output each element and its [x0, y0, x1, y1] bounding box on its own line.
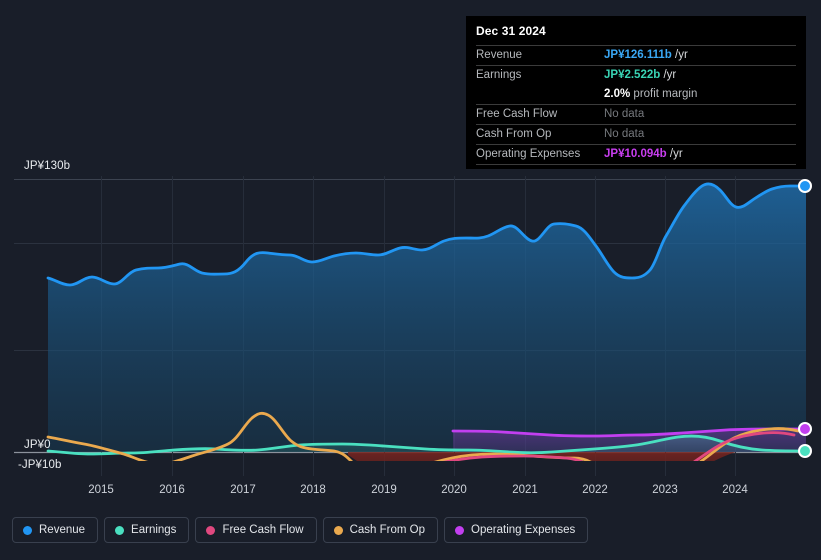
tooltip-amount-profit-margin: 2.0%	[604, 88, 631, 100]
chart-legend: Revenue Earnings Free Cash Flow Cash Fro…	[12, 517, 589, 543]
tooltip-value-free-cash-flow: No data	[604, 108, 645, 120]
tooltip-amount-earnings: JP¥2.522b	[604, 69, 661, 81]
tooltip-amount-revenue: JP¥126.111b	[604, 49, 672, 61]
tooltip-amount-operating-expenses: JP¥10.094b	[604, 148, 667, 160]
x-axis-label-2024: 2024	[722, 484, 748, 496]
x-axis-label-2017: 2017	[230, 484, 256, 496]
y-axis-label-negative: -JP¥10b	[18, 459, 62, 471]
tooltip-row-free-cash-flow: Free Cash Flow No data	[476, 104, 796, 124]
tooltip-value-operating-expenses: JP¥10.094b /yr	[604, 148, 683, 160]
legend-label-operating-expenses: Operating Expenses	[471, 524, 576, 536]
tooltip-date: Dec 31 2024	[476, 24, 546, 38]
endpoint-marker-revenue	[798, 179, 812, 193]
tooltip-row-operating-expenses: Operating Expenses JP¥10.094b /yr	[476, 144, 796, 165]
tooltip-unit-profit-margin: profit margin	[633, 88, 698, 100]
tooltip-key-earnings: Earnings	[476, 69, 522, 81]
tooltip-value-earnings: JP¥2.522b /yr	[604, 69, 676, 81]
y-axis-label-zero: JP¥0	[24, 439, 51, 451]
stock-financials-chart: JP¥130b JP¥0 -JP¥10b 2015 2016 2017 2018…	[0, 0, 821, 560]
tooltip-value-profit-margin: 2.0% profit margin	[604, 88, 697, 100]
x-axis-label-2021: 2021	[512, 484, 538, 496]
legend-item-cash-from-op[interactable]: Cash From Op	[322, 517, 439, 543]
x-axis-label-2022: 2022	[582, 484, 608, 496]
tooltip-row-revenue: Revenue JP¥126.111b /yr	[476, 45, 796, 65]
y-axis-label-top: JP¥130b	[24, 160, 71, 172]
legend-dot-cash-from-op-icon	[333, 525, 343, 535]
tooltip-unit-operating-expenses: /yr	[669, 148, 683, 160]
legend-dot-free-cash-flow-icon	[206, 525, 216, 535]
legend-item-revenue[interactable]: Revenue	[12, 517, 99, 543]
tooltip-key-operating-expenses: Operating Expenses	[476, 148, 581, 160]
tooltip-row-cash-from-op: Cash From Op No data	[476, 124, 796, 144]
legend-item-operating-expenses[interactable]: Operating Expenses	[444, 517, 589, 543]
tooltip-value-revenue: JP¥126.111b /yr	[604, 49, 688, 61]
x-axis-label-2020: 2020	[441, 484, 467, 496]
tooltip-key-revenue: Revenue	[476, 49, 523, 61]
x-axis-label-2023: 2023	[652, 484, 678, 496]
tooltip-unit-earnings: /yr	[663, 69, 677, 81]
legend-item-free-cash-flow[interactable]: Free Cash Flow	[195, 517, 317, 543]
legend-dot-operating-expenses-icon	[455, 525, 465, 535]
tooltip-unit-revenue: /yr	[675, 49, 688, 61]
tooltip-key-cash-from-op: Cash From Op	[476, 128, 552, 140]
tooltip-row-earnings: Earnings JP¥2.522b /yr	[476, 65, 796, 85]
legend-label-cash-from-op: Cash From Op	[349, 524, 426, 536]
legend-label-free-cash-flow: Free Cash Flow	[222, 524, 304, 536]
endpoint-marker-earnings	[798, 444, 812, 458]
legend-dot-earnings-icon	[115, 525, 125, 535]
x-axis-label-2018: 2018	[300, 484, 326, 496]
x-axis-label-2015: 2015	[88, 484, 114, 496]
legend-dot-revenue-icon	[23, 525, 32, 535]
x-axis-label-2019: 2019	[371, 484, 397, 496]
legend-label-revenue: Revenue	[39, 524, 86, 536]
tooltip-key-free-cash-flow: Free Cash Flow	[476, 108, 558, 120]
legend-label-earnings: Earnings	[131, 524, 177, 536]
x-axis-label-2016: 2016	[159, 484, 185, 496]
chart-tooltip: Dec 31 2024 Revenue JP¥126.111b /yr Earn…	[466, 16, 806, 169]
endpoint-marker-opex	[798, 422, 812, 436]
tooltip-value-cash-from-op: No data	[604, 128, 645, 140]
tooltip-row-profit-margin: 2.0% profit margin	[476, 85, 796, 104]
legend-item-earnings[interactable]: Earnings	[104, 517, 190, 543]
